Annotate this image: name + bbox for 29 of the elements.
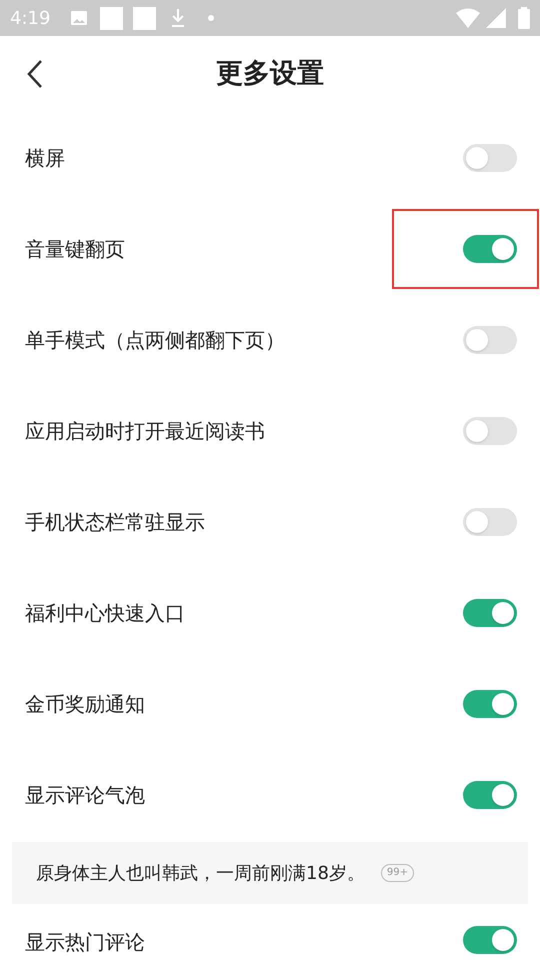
setting-label: 手机状态栏常驻显示 (25, 508, 205, 536)
toggle-switch[interactable] (463, 326, 517, 354)
back-icon[interactable] (25, 59, 45, 89)
setting-label: 显示热门评论 (25, 930, 145, 954)
square-icon (100, 6, 124, 30)
toggle-switch[interactable] (463, 416, 517, 444)
toggle-switch[interactable] (463, 690, 517, 718)
toggle-switch[interactable] (463, 926, 517, 954)
toggle-switch[interactable] (463, 508, 517, 536)
wifi-icon (456, 8, 480, 28)
setting-label: 应用启动时打开最近阅读书 (25, 418, 265, 444)
setting-label: 显示评论气泡 (25, 782, 145, 808)
signal-icon (486, 8, 506, 28)
comment-bubble: 99+ (380, 864, 414, 882)
setting-label: 音量键翻页 (25, 236, 125, 262)
toggle-switch[interactable] (463, 144, 517, 172)
battery-icon (518, 7, 530, 29)
toggle-switch[interactable] (463, 780, 517, 808)
setting-label: 单手模式（点两侧都翻下页） (25, 326, 285, 354)
download-icon (170, 8, 186, 28)
setting-label: 金币奖励通知 (25, 690, 145, 718)
image-icon (70, 9, 88, 27)
toggle-switch[interactable] (463, 598, 517, 626)
setting-label: 横屏 (25, 144, 65, 172)
comment-text: 原身体主人也叫韩武，一周前刚满18岁。 (36, 862, 365, 886)
setting-label: 福利中心快速入口 (25, 600, 185, 626)
square-icon (133, 6, 156, 30)
page-title: 更多设置 (216, 56, 324, 91)
toggle-switch[interactable] (463, 234, 517, 262)
